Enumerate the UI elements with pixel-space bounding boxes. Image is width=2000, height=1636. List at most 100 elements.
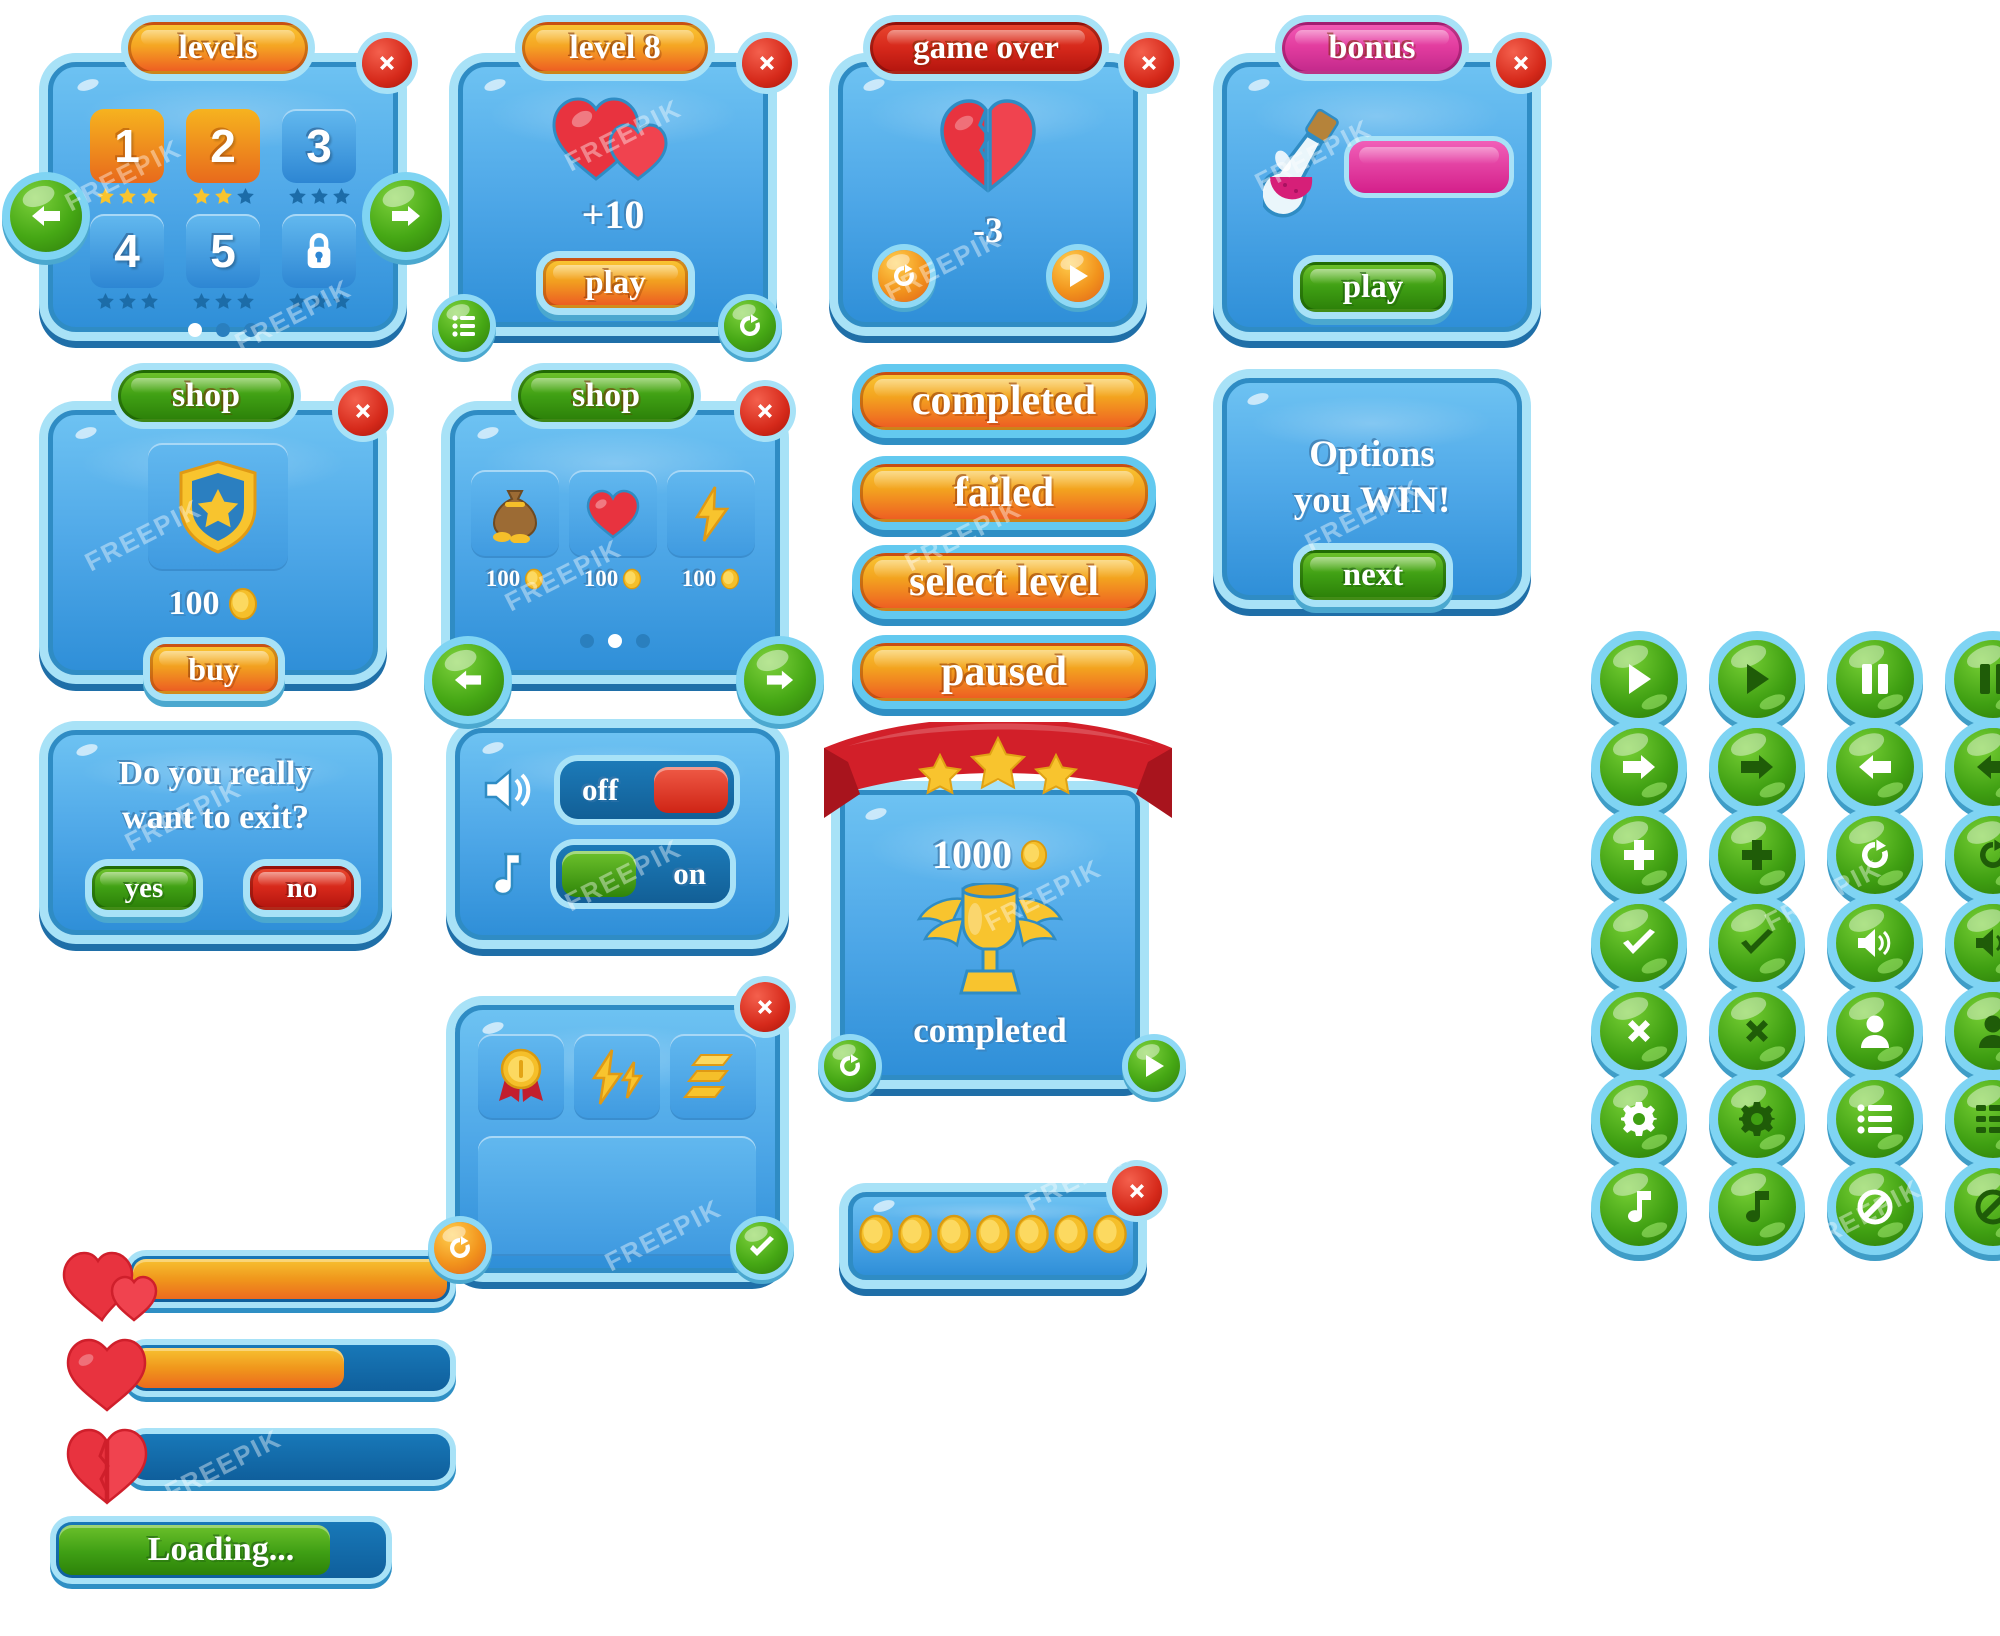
options-line1: Options [1309,434,1435,475]
close-icon [1142,56,1156,70]
level8-restart-button[interactable] [724,300,776,352]
close-button[interactable] [742,38,792,88]
plus-button-light[interactable] [1600,816,1678,894]
grid-button-dark[interactable] [1954,1080,2000,1158]
arrow-right-button-dark[interactable] [1718,728,1796,806]
achievement-slot[interactable] [478,1034,564,1120]
sound-toggle[interactable]: off [560,761,734,819]
shop-item-slot[interactable] [569,470,657,558]
pause-button-light[interactable] [1836,640,1914,718]
gameover-play-button[interactable] [1052,250,1104,302]
pager-dot[interactable] [636,634,650,648]
options-next-button[interactable]: next [1300,550,1446,600]
play-button-light[interactable] [1600,640,1678,718]
pager-dot[interactable] [608,634,622,648]
plus-button-dark[interactable] [1718,816,1796,894]
trophy-next-button[interactable] [1128,1040,1180,1092]
close-button[interactable] [338,386,388,436]
play-button-dark[interactable] [1718,640,1796,718]
close-button-dark[interactable] [1718,992,1796,1070]
close-button[interactable] [740,982,790,1032]
level-tile-1[interactable]: 1 [90,109,164,183]
star-icon [118,292,136,309]
level-tile-label: 4 [114,225,140,277]
close-icon [380,56,394,70]
pager-dot[interactable] [244,323,258,337]
refresh-icon [1862,839,1888,868]
shop-next-button[interactable] [744,644,816,716]
level-tile-3[interactable]: 3 [282,109,356,183]
bonus-play-button[interactable]: play [1300,262,1446,312]
pager-dot[interactable] [580,634,594,648]
exit-no-button[interactable]: no [250,866,354,910]
status-button-failed[interactable]: failed [860,464,1148,522]
coin-icon [1054,1214,1088,1254]
status-button-completed[interactable]: completed [860,372,1148,430]
check-button-dark[interactable] [1718,904,1796,982]
level-tile-5[interactable]: 5 [186,214,260,288]
gear-button-dark[interactable] [1718,1080,1796,1158]
shop-item-slot[interactable] [471,470,559,558]
gameover-restart-button[interactable] [878,250,930,302]
close-button-light[interactable] [1600,992,1678,1070]
levels-prev-button[interactable] [10,180,82,252]
level8-menu-button[interactable] [438,300,490,352]
close-button[interactable] [1112,1166,1162,1216]
toggle-knob[interactable] [654,767,728,813]
sound-on-button-light[interactable] [1836,904,1914,982]
music-toggle[interactable]: on [556,845,730,903]
gear-button-light[interactable] [1600,1080,1678,1158]
close-button[interactable] [740,386,790,436]
arrow-right-button-light[interactable] [1600,728,1678,806]
star-icon [214,187,232,204]
achievement-slot[interactable] [574,1034,660,1120]
sound-on-button-dark[interactable] [1954,904,2000,982]
user-button-light[interactable] [1836,992,1914,1070]
trophy-restart-button[interactable] [824,1040,876,1092]
level-tile-2[interactable]: 2 [186,109,260,183]
list-button-light[interactable] [1836,1080,1914,1158]
close-button[interactable] [1496,38,1546,88]
shop-buy-button[interactable]: buy [150,644,278,694]
coin-icon [898,1214,932,1254]
exit-yes-button[interactable]: yes [92,866,196,910]
pager-dot[interactable] [188,323,202,337]
shop-item-slot[interactable] [148,443,288,571]
music-button-light[interactable] [1600,1168,1678,1246]
achievement-slot[interactable] [670,1034,756,1120]
shield-star-icon [179,460,257,554]
pause-icon [1980,664,2000,694]
status-button-select-level[interactable]: select level [860,553,1148,611]
music-button-dark[interactable] [1718,1168,1796,1246]
status-button-paused[interactable]: paused [860,643,1148,701]
refresh-button-dark[interactable] [1954,816,2000,894]
check-button-light[interactable] [1600,904,1678,982]
arrow-left-button-dark[interactable] [1954,728,2000,806]
block-button-dark[interactable] [1954,1168,2000,1246]
toggle-knob[interactable] [562,851,636,897]
levels-pager[interactable] [188,323,258,337]
shop-item-slot[interactable] [667,470,755,558]
close-icon [356,404,370,418]
achievements-confirm-button[interactable] [736,1222,788,1274]
close-button[interactable] [1124,38,1174,88]
heart-icon [586,489,640,539]
block-button-light[interactable] [1836,1168,1914,1246]
pause-button-dark[interactable] [1954,640,2000,718]
refresh-button-light[interactable] [1836,816,1914,894]
health-bar-fill [133,1348,345,1388]
shop-prev-button[interactable] [432,644,504,716]
user-button-dark[interactable] [1954,992,2000,1070]
loading-bar: Loading... [56,1522,386,1578]
shop-pager[interactable] [455,634,775,648]
level8-play-button[interactable]: play [543,258,688,308]
close-icon [1130,1184,1144,1198]
level-stars [96,292,159,311]
achievements-restart-button[interactable] [434,1222,486,1274]
arrow-left-button-light[interactable] [1836,728,1914,806]
level-tile-4[interactable]: 4 [90,214,164,288]
pager-dot[interactable] [216,323,230,337]
close-button[interactable] [362,38,412,88]
levels-next-button[interactable] [370,180,442,252]
level-tile-locked[interactable] [282,214,356,288]
